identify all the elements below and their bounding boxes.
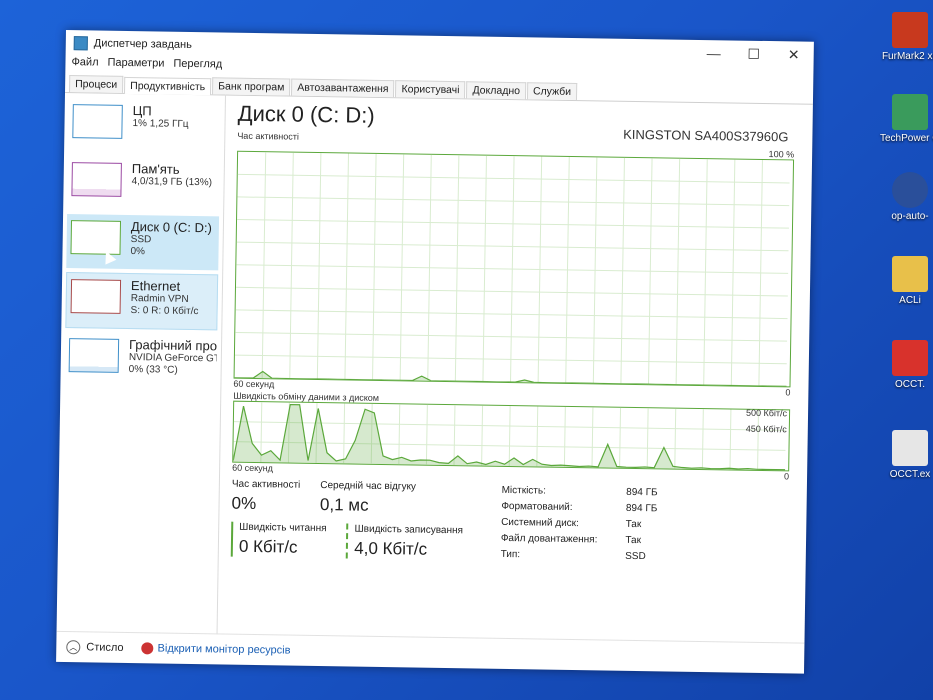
desktop-icon-furmark[interactable]: FurMark2 x6 bbox=[880, 12, 933, 62]
sidebar-item-disk[interactable]: Диск 0 (C: D:) SSD 0% bbox=[66, 214, 220, 271]
sidebar-item-detail: 0% bbox=[130, 246, 146, 258]
sidebar-item-detail: 1% 1,25 ГГц bbox=[132, 118, 189, 130]
transfer-chart-gridline bbox=[343, 403, 346, 464]
desktop-icon-occt[interactable]: OCCT. bbox=[880, 340, 933, 390]
transfer-chart-gridline bbox=[508, 406, 511, 467]
performance-sidebar: ЦП 1% 1,25 ГГц Пам'ять 4,0/31,9 ГБ (13%)… bbox=[56, 91, 227, 635]
transfer-chart-gridline bbox=[453, 405, 456, 466]
desktop-icon-occt-exe[interactable]: OCCT.ex bbox=[880, 430, 933, 480]
resource-monitor-icon bbox=[141, 642, 154, 655]
activity-zero-label: 0 bbox=[785, 387, 791, 398]
transfer-time-label: 60 секунд bbox=[232, 462, 274, 474]
desktop-icon-gpuz[interactable]: TechPower GPU-Z bbox=[880, 94, 933, 144]
chevron-up-icon[interactable]: ︿ bbox=[66, 640, 81, 655]
sidebar-item-detail: Radmin VPN bbox=[130, 293, 189, 305]
property-row: Файл довантаження: Так bbox=[500, 532, 642, 547]
gpu-thumbnail bbox=[68, 338, 120, 373]
active-time-label: Час активності bbox=[231, 478, 301, 491]
maximize-button[interactable]: ☐ bbox=[734, 40, 774, 67]
disk-properties: Місткість: 894 ГБ Форматований: 894 ГБ Сис… bbox=[500, 483, 658, 565]
tab-users[interactable]: Користувачі bbox=[395, 80, 466, 99]
activity-chart-svg bbox=[234, 152, 790, 387]
desktop-icon-acli[interactable]: ACLi bbox=[880, 256, 933, 306]
sidebar-item-gpu[interactable]: Графічний процес NVIDIA GeForce GTX 166 … bbox=[64, 332, 217, 388]
sidebar-item-cpu[interactable]: ЦП 1% 1,25 ГГц bbox=[68, 98, 221, 154]
transfer-chart-max: 500 Кбіт/с bbox=[745, 407, 788, 419]
ethernet-thumbnail bbox=[70, 279, 122, 314]
task-manager-icon bbox=[73, 36, 88, 51]
transfer-chart-gridline bbox=[757, 409, 760, 470]
furmark-icon bbox=[892, 12, 928, 48]
read-speed-value: 0 Кбіт/с bbox=[238, 536, 298, 557]
sidebar-item-label: Пам'ять bbox=[131, 161, 180, 177]
activity-chart-max: 100 % bbox=[768, 149, 795, 160]
activity-chart bbox=[233, 150, 795, 388]
transfer-chart-gridline bbox=[425, 404, 428, 465]
minimize-button[interactable]: — bbox=[694, 40, 734, 67]
activity-chart-label: Час активності bbox=[237, 130, 300, 142]
tab-services[interactable]: Служби bbox=[526, 82, 578, 101]
transfer-chart-gridline bbox=[481, 405, 484, 466]
sidebar-item-detail: 4,0/31,9 ГБ (13%) bbox=[131, 176, 213, 189]
gpuz-icon bbox=[892, 94, 928, 130]
tab-details[interactable]: Докладно bbox=[466, 81, 527, 100]
response-time-label: Середній час відгуку bbox=[320, 480, 417, 493]
file-icon bbox=[892, 430, 928, 466]
cpu-thumbnail bbox=[72, 104, 123, 139]
transfer-chart-gridline bbox=[260, 402, 263, 463]
transfer-chart-gridline bbox=[563, 406, 566, 467]
fewer-details-button[interactable]: Стисло bbox=[86, 641, 123, 654]
window-title: Диспетчер завдань bbox=[93, 37, 192, 51]
transfer-chart: 500 Кбіт/с 450 Кбіт/с bbox=[232, 400, 791, 472]
sidebar-item-detail: S: 0 R: 0 Кбіт/с bbox=[130, 305, 199, 318]
sidebar-item-label: Ethernet bbox=[130, 278, 181, 294]
transfer-zero-label: 0 bbox=[783, 471, 790, 482]
menu-view[interactable]: Перегляд bbox=[173, 58, 222, 75]
disk-model: KINGSTON SA400S37960G bbox=[623, 126, 789, 145]
transfer-chart-gridline bbox=[591, 407, 594, 468]
sidebar-item-detail: 0% (33 °C) bbox=[128, 364, 178, 376]
disk-thumbnail bbox=[70, 220, 122, 255]
activity-time-label: 60 секунд bbox=[233, 378, 275, 390]
sidebar-item-label: Диск 0 (C: D:) bbox=[130, 219, 213, 236]
transfer-chart-gridline bbox=[674, 408, 677, 469]
response-time-value: 0,1 мс bbox=[319, 495, 369, 515]
transfer-chart-gridline bbox=[398, 404, 401, 465]
sidebar-item-ethernet[interactable]: Ethernet Radmin VPN S: 0 R: 0 Кбіт/с bbox=[65, 272, 219, 331]
transfer-chart-svg bbox=[233, 402, 786, 471]
occt-icon bbox=[892, 340, 928, 376]
transfer-chart-gridline bbox=[646, 408, 649, 469]
desktop-icon-op-auto[interactable]: op-auto- bbox=[880, 172, 933, 222]
app-icon bbox=[892, 172, 928, 208]
tab-startup[interactable]: Автозавантаження bbox=[291, 78, 395, 98]
transfer-chart-gridline bbox=[536, 406, 539, 467]
sidebar-item-memory[interactable]: Пам'ять 4,0/31,9 ГБ (13%) bbox=[67, 156, 220, 212]
sidebar-item-label: ЦП bbox=[132, 103, 152, 119]
active-time-value: 0% bbox=[231, 493, 257, 514]
memory-thumbnail bbox=[71, 162, 122, 197]
close-button[interactable]: ✕ bbox=[774, 41, 814, 68]
disk-detail-panel: Диск 0 (C: D:) KINGSTON SA400S37960G Час… bbox=[218, 95, 813, 644]
disk-stats: Час активності 0% Середній час відгуку 0… bbox=[230, 478, 789, 568]
write-speed-value: 4,0 Кбіт/с bbox=[354, 538, 428, 559]
menu-options[interactable]: Параметри bbox=[107, 57, 164, 74]
property-row: Тип: SSD bbox=[500, 548, 646, 563]
task-manager-window: Диспетчер завдань — ☐ ✕ Файл Параметри П… bbox=[56, 30, 814, 674]
tab-processes[interactable]: Процеси bbox=[69, 75, 124, 93]
transfer-chart-mid: 450 Кбіт/с bbox=[745, 423, 787, 435]
folder-icon bbox=[892, 256, 928, 292]
write-speed-label: Швидкість записування bbox=[354, 523, 464, 537]
transfer-chart-gridline bbox=[701, 409, 704, 470]
sidebar-item-label: Графічний процес bbox=[128, 337, 218, 354]
transfer-chart-gridline bbox=[729, 409, 732, 470]
transfer-chart-gridline bbox=[619, 407, 622, 468]
menu-file[interactable]: Файл bbox=[71, 56, 98, 72]
read-speed-label: Швидкість читання bbox=[239, 521, 327, 535]
open-resource-monitor-link[interactable]: Відкрити монітор ресурсів bbox=[157, 643, 290, 657]
tab-app-history[interactable]: Банк програм bbox=[212, 77, 291, 96]
